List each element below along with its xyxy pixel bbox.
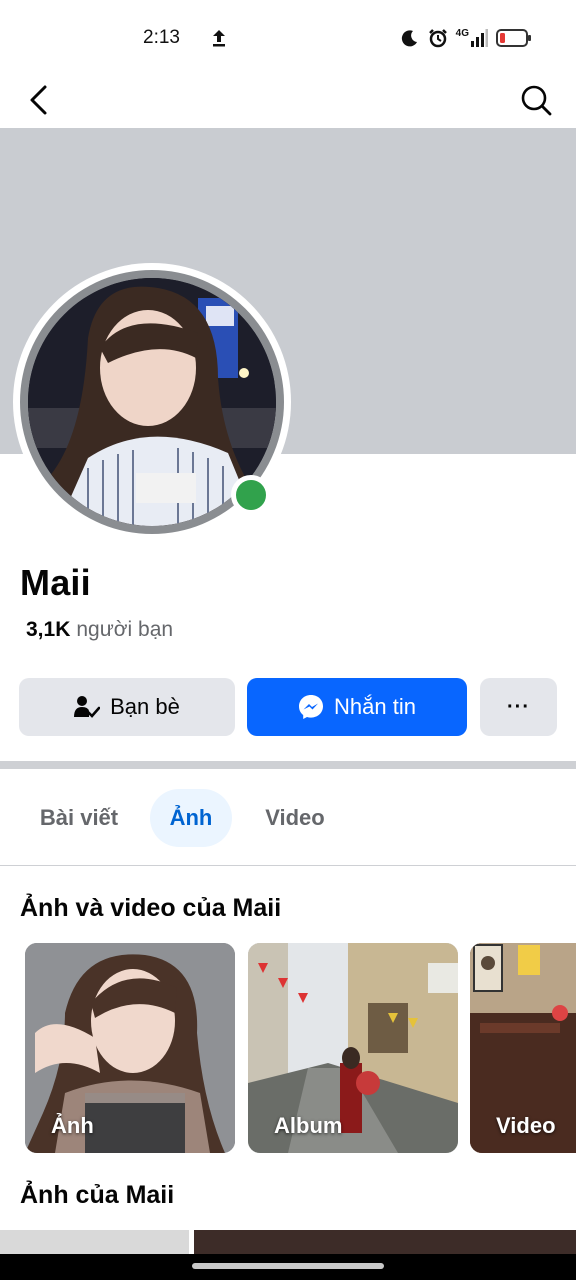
friends-count: 3,1K: [26, 618, 71, 641]
upload-icon: [210, 28, 228, 48]
battery-icon: [496, 29, 532, 47]
status-time: 2:13: [143, 27, 180, 48]
profile-name: Maii: [20, 562, 91, 603]
friends-button-label: Bạn bè: [110, 694, 180, 719]
tab-video[interactable]: Video: [250, 789, 340, 847]
friends-label: người bạn: [76, 618, 174, 641]
tab-posts[interactable]: Bài viết: [24, 789, 134, 847]
message-button[interactable]: Nhắn tin: [247, 678, 467, 736]
video-card-label: Video: [496, 1113, 556, 1138]
more-options-label: ···: [507, 695, 530, 718]
profile-tabs: Bài viết Ảnh Video: [0, 789, 576, 847]
tabs-divider: [0, 865, 576, 866]
message-button-label: Nhắn tin: [334, 694, 416, 719]
video-card[interactable]: Video: [470, 943, 576, 1153]
photos-section-title: Ảnh của Maii: [20, 1181, 175, 1209]
home-indicator[interactable]: [192, 1263, 384, 1269]
photo-thumbnail[interactable]: [194, 1230, 576, 1254]
photos-card[interactable]: Ảnh: [25, 943, 235, 1153]
section-divider: [0, 761, 576, 769]
album-card[interactable]: Album: [248, 943, 458, 1153]
more-options-button[interactable]: ···: [480, 678, 557, 736]
status-bar: 2:13 4G: [0, 0, 576, 72]
signal-icon: 4G: [456, 29, 488, 47]
friends-count-line[interactable]: 3,1K người bạn: [26, 618, 173, 642]
network-label: 4G: [455, 28, 469, 39]
photos-card-label: Ảnh: [51, 1113, 94, 1138]
search-button[interactable]: [516, 78, 556, 122]
friends-button[interactable]: Bạn bè: [19, 678, 235, 736]
alarm-icon: [428, 28, 448, 48]
back-button[interactable]: [20, 78, 56, 122]
profile-avatar[interactable]: [13, 263, 291, 541]
online-status-dot: [231, 475, 271, 515]
album-card-label: Album: [274, 1113, 343, 1138]
photo-thumbnail[interactable]: [0, 1230, 189, 1254]
status-icons: 4G: [400, 26, 532, 50]
chevron-left-icon: [30, 85, 47, 115]
top-nav: [0, 72, 576, 128]
tab-photos[interactable]: Ảnh: [150, 789, 232, 847]
moon-icon: [400, 28, 420, 48]
messenger-icon: [298, 694, 324, 720]
friend-check-icon: [74, 695, 101, 719]
media-section-title: Ảnh và video của Maii: [20, 894, 282, 922]
search-icon: [521, 85, 552, 116]
